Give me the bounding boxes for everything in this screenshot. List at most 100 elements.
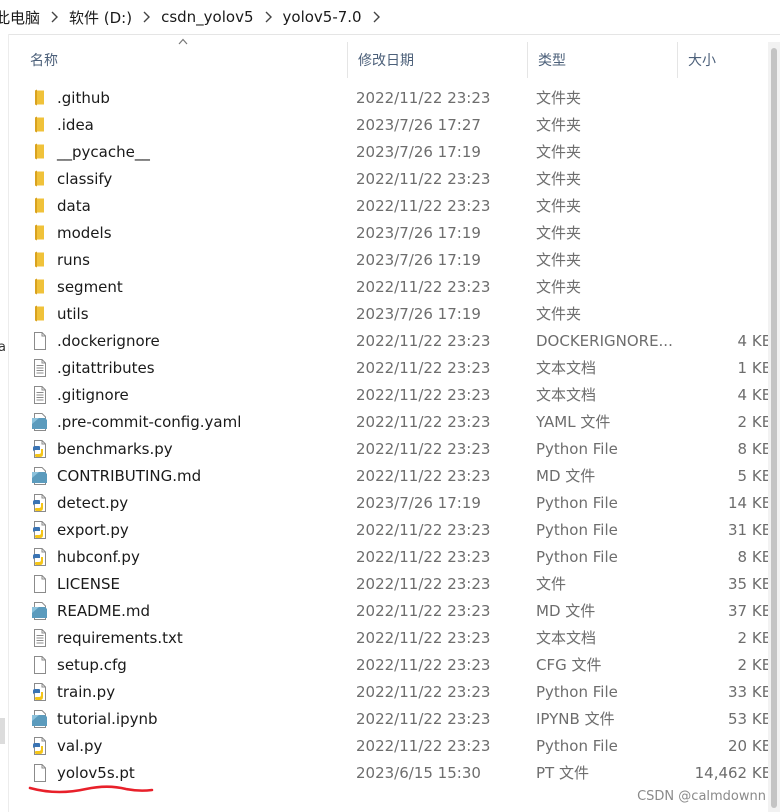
file-row[interactable]: .idea 2023/7/26 17:27 文件夹 bbox=[20, 111, 776, 138]
file-type: YAML 文件 bbox=[536, 413, 611, 431]
file-type: 文件夹 bbox=[536, 143, 582, 161]
chevron-right-icon[interactable] bbox=[366, 11, 387, 23]
file-date: 2023/7/26 17:19 bbox=[356, 142, 481, 161]
file-name-cell: runs bbox=[20, 250, 348, 270]
file-row[interactable]: runs 2023/7/26 17:19 文件夹 bbox=[20, 246, 776, 273]
file-row[interactable]: data 2022/11/22 23:23 文件夹 bbox=[20, 192, 776, 219]
file-row[interactable]: benchmarks.py 2022/11/22 23:23 Python File… bbox=[20, 435, 776, 462]
file-name: requirements.txt bbox=[57, 628, 183, 647]
file-list: .github 2022/11/22 23:23 文件夹 .idea 2023/7/26… bbox=[20, 84, 776, 786]
file-name-cell: yolov5s.pt bbox=[20, 763, 348, 783]
file-row[interactable]: tutorial.ipynb 2022/11/22 23:23 IPYNB 文件 53… bbox=[20, 705, 776, 732]
file-row[interactable]: classify 2022/11/22 23:23 文件夹 bbox=[20, 165, 776, 192]
file-date: 2023/6/15 15:30 bbox=[356, 763, 481, 782]
address-bar[interactable]: 此电脑 软件 (D:) csdn_yolov5 yolov5-7.0 bbox=[0, 0, 780, 35]
red-underline-annotation bbox=[28, 785, 154, 794]
breadcrumb-drive-d[interactable]: 软件 (D:) bbox=[65, 7, 136, 28]
text-file-icon bbox=[30, 628, 50, 648]
file-type: 文件夹 bbox=[536, 305, 582, 323]
chevron-right-icon[interactable] bbox=[136, 11, 157, 23]
file-row[interactable]: detect.py 2023/7/26 17:19 Python File 14 KB bbox=[20, 489, 776, 516]
file-type: CFG 文件 bbox=[536, 656, 602, 674]
file-date: 2022/11/22 23:23 bbox=[356, 277, 491, 296]
file-size: 14 KB bbox=[728, 493, 772, 512]
chevron-right-icon[interactable] bbox=[258, 11, 279, 23]
file-name: hubconf.py bbox=[57, 547, 140, 566]
file-row[interactable]: export.py 2022/11/22 23:23 Python File 31 K… bbox=[20, 516, 776, 543]
file-row[interactable]: .github 2022/11/22 23:23 文件夹 bbox=[20, 84, 776, 111]
file-row[interactable]: requirements.txt 2022/11/22 23:23 文本文档 2 KB bbox=[20, 624, 776, 651]
vertical-scrollbar[interactable] bbox=[768, 42, 780, 812]
python-file-icon bbox=[30, 439, 50, 459]
column-header-date-label: 修改日期 bbox=[358, 53, 414, 69]
file-name: runs bbox=[57, 250, 90, 269]
file-size: 31 KB bbox=[728, 520, 772, 539]
file-size: 20 KB bbox=[728, 736, 772, 755]
file-size: 2 KB bbox=[737, 655, 772, 674]
text-file-icon bbox=[30, 385, 50, 405]
file-date: 2022/11/22 23:23 bbox=[356, 385, 491, 404]
python-file-icon bbox=[30, 682, 50, 702]
column-header-size[interactable]: 大小 bbox=[678, 42, 776, 78]
file-type: 文件夹 bbox=[536, 278, 582, 296]
file-size: 53 KB bbox=[728, 709, 772, 728]
file-row[interactable]: segment 2022/11/22 23:23 文件夹 bbox=[20, 273, 776, 300]
blank-file-icon bbox=[30, 655, 50, 675]
file-row[interactable]: hubconf.py 2022/11/22 23:23 Python File 8 K… bbox=[20, 543, 776, 570]
file-row[interactable]: README.md 2022/11/22 23:23 MD 文件 37 KB bbox=[20, 597, 776, 624]
file-row[interactable]: .gitattributes 2022/11/22 23:23 文本文档 1 KB bbox=[20, 354, 776, 381]
file-type: 文件夹 bbox=[536, 89, 582, 107]
breadcrumb-yolov5-7-0[interactable]: yolov5-7.0 bbox=[279, 8, 366, 26]
breadcrumb-csdn-yolov5[interactable]: csdn_yolov5 bbox=[157, 8, 257, 26]
column-header-type[interactable]: 类型 bbox=[528, 42, 678, 78]
file-name: export.py bbox=[57, 520, 129, 539]
folder-icon bbox=[30, 223, 50, 243]
file-name-cell: utils bbox=[20, 304, 348, 324]
file-date: 2022/11/22 23:23 bbox=[356, 655, 491, 674]
file-row[interactable]: val.py 2022/11/22 23:23 Python File 20 KB bbox=[20, 732, 776, 759]
breadcrumb-this-pc[interactable]: 此电脑 bbox=[0, 7, 44, 28]
file-name-cell: detect.py bbox=[20, 493, 348, 513]
file-type: Python File bbox=[536, 547, 618, 566]
file-size: 1 KB bbox=[737, 358, 772, 377]
file-name-cell: hubconf.py bbox=[20, 547, 348, 567]
file-name-cell: __pycache__ bbox=[20, 142, 348, 162]
file-name-cell: README.md bbox=[20, 601, 348, 621]
file-row[interactable]: .gitignore 2022/11/22 23:23 文本文档 4 KB bbox=[20, 381, 776, 408]
file-name-cell: .dockerignore bbox=[20, 331, 348, 351]
scrollbar-thumb[interactable] bbox=[771, 48, 777, 808]
file-date: 2022/11/22 23:23 bbox=[356, 169, 491, 188]
file-size: 5 KB bbox=[737, 466, 772, 485]
file-name: detect.py bbox=[57, 493, 129, 512]
file-row[interactable]: CONTRIBUTING.md 2022/11/22 23:23 MD 文件 5 KB bbox=[20, 462, 776, 489]
chevron-right-icon[interactable] bbox=[44, 11, 65, 23]
file-name-cell: data bbox=[20, 196, 348, 216]
column-header-type-label: 类型 bbox=[538, 53, 566, 69]
file-row[interactable]: .pre-commit-config.yaml 2022/11/22 23:23 Y… bbox=[20, 408, 776, 435]
file-date: 2022/11/22 23:23 bbox=[356, 88, 491, 107]
column-header-name[interactable]: 名称 bbox=[20, 38, 348, 78]
file-type: Python File bbox=[536, 493, 618, 512]
column-header-date[interactable]: 修改日期 bbox=[348, 42, 528, 78]
file-row[interactable]: models 2023/7/26 17:19 文件夹 bbox=[20, 219, 776, 246]
file-row[interactable]: utils 2023/7/26 17:19 文件夹 bbox=[20, 300, 776, 327]
file-size: 2 KB bbox=[737, 628, 772, 647]
file-row[interactable]: train.py 2022/11/22 23:23 Python File 33 KB bbox=[20, 678, 776, 705]
file-date: 2022/11/22 23:23 bbox=[356, 601, 491, 620]
python-file-icon bbox=[30, 493, 50, 513]
file-row[interactable]: LICENSE 2022/11/22 23:23 文件 35 KB bbox=[20, 570, 776, 597]
file-type: 文件夹 bbox=[536, 170, 582, 188]
folder-icon bbox=[30, 169, 50, 189]
file-row[interactable]: __pycache__ 2023/7/26 17:19 文件夹 bbox=[20, 138, 776, 165]
blank-file-icon bbox=[30, 331, 50, 351]
file-name: .gitattributes bbox=[57, 358, 155, 377]
file-row[interactable]: setup.cfg 2022/11/22 23:23 CFG 文件 2 KB bbox=[20, 651, 776, 678]
file-type: PT 文件 bbox=[536, 764, 589, 782]
file-name-cell: segment bbox=[20, 277, 348, 297]
file-type: 文件夹 bbox=[536, 224, 582, 242]
file-row[interactable]: .dockerignore 2022/11/22 23:23 DOCKERIGNOR… bbox=[20, 327, 776, 354]
column-header: 名称 修改日期 类型 大小 bbox=[20, 38, 776, 78]
file-name-cell: classify bbox=[20, 169, 348, 189]
file-name: yolov5s.pt bbox=[57, 763, 135, 782]
file-type: 文件 bbox=[536, 575, 567, 593]
